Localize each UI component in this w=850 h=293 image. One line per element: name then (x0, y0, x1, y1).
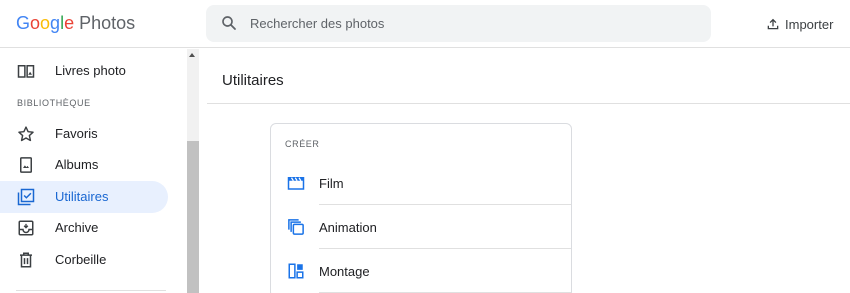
logo-letter: o (40, 13, 51, 33)
create-section-label: CRÉER (285, 139, 320, 149)
logo-letter: o (30, 13, 41, 33)
content-divider (207, 103, 850, 104)
create-card: CRÉER Film Animation Montage (270, 123, 572, 293)
tool-label: Montage (319, 264, 370, 279)
sidebar-item-label: Archive (55, 220, 99, 235)
trash-icon (20, 252, 32, 268)
top-bar: GooglePhotos Importer (0, 0, 850, 48)
upload-icon (767, 18, 779, 30)
import-button[interactable]: Importer (766, 14, 833, 34)
album-icon (20, 157, 32, 173)
library-section-label: BIBLIOTHÈQUE (17, 98, 91, 108)
logo-product-name: Photos (79, 13, 136, 33)
tool-label: Animation (319, 220, 377, 235)
tool-animation[interactable]: Animation (271, 205, 571, 249)
sidebar: Livres photo BIBLIOTHÈQUE Favoris Albums… (0, 49, 200, 293)
sidebar-item-label: Albums (55, 157, 99, 172)
logo-letter: g (50, 13, 61, 33)
import-label: Importer (785, 16, 834, 32)
tool-label: Film (319, 176, 344, 191)
page-title: Utilitaires (222, 72, 284, 89)
search-icon[interactable] (220, 14, 238, 32)
logo-letter: G (16, 13, 31, 33)
sidebar-divider (16, 290, 166, 291)
collage-icon (288, 263, 304, 279)
sidebar-item-label: Livres photo (55, 63, 126, 78)
sidebar-item-archive[interactable]: Archive (0, 212, 168, 244)
scroll-up-arrow-icon[interactable] (189, 53, 195, 57)
photo-book-icon (17, 65, 35, 78)
sidebar-item-photo-books[interactable]: Livres photo (0, 55, 168, 87)
sidebar-item-label: Utilitaires (55, 189, 109, 204)
movie-icon (287, 177, 305, 190)
sidebar-item-trash[interactable]: Corbeille (0, 244, 168, 276)
sidebar-item-favorites[interactable]: Favoris (0, 118, 168, 150)
tool-movie[interactable]: Film (271, 161, 571, 205)
search-input[interactable] (250, 5, 690, 42)
sidebar-item-label: Corbeille (55, 252, 107, 267)
archive-icon (18, 220, 34, 236)
star-icon (18, 126, 34, 142)
google-photos-logo[interactable]: Google Photos (16, 12, 135, 34)
search-box[interactable] (206, 5, 711, 42)
utilities-icon (17, 188, 35, 206)
animation-icon (288, 219, 304, 235)
sidebar-item-utilities[interactable]: Utilitaires (0, 181, 168, 213)
sidebar-item-albums[interactable]: Albums (0, 149, 168, 181)
sidebar-item-label: Favoris (55, 126, 98, 141)
tool-collage[interactable]: Montage (271, 249, 571, 293)
logo-letter: e (64, 13, 75, 33)
sidebar-scrollbar-thumb[interactable] (187, 141, 199, 293)
